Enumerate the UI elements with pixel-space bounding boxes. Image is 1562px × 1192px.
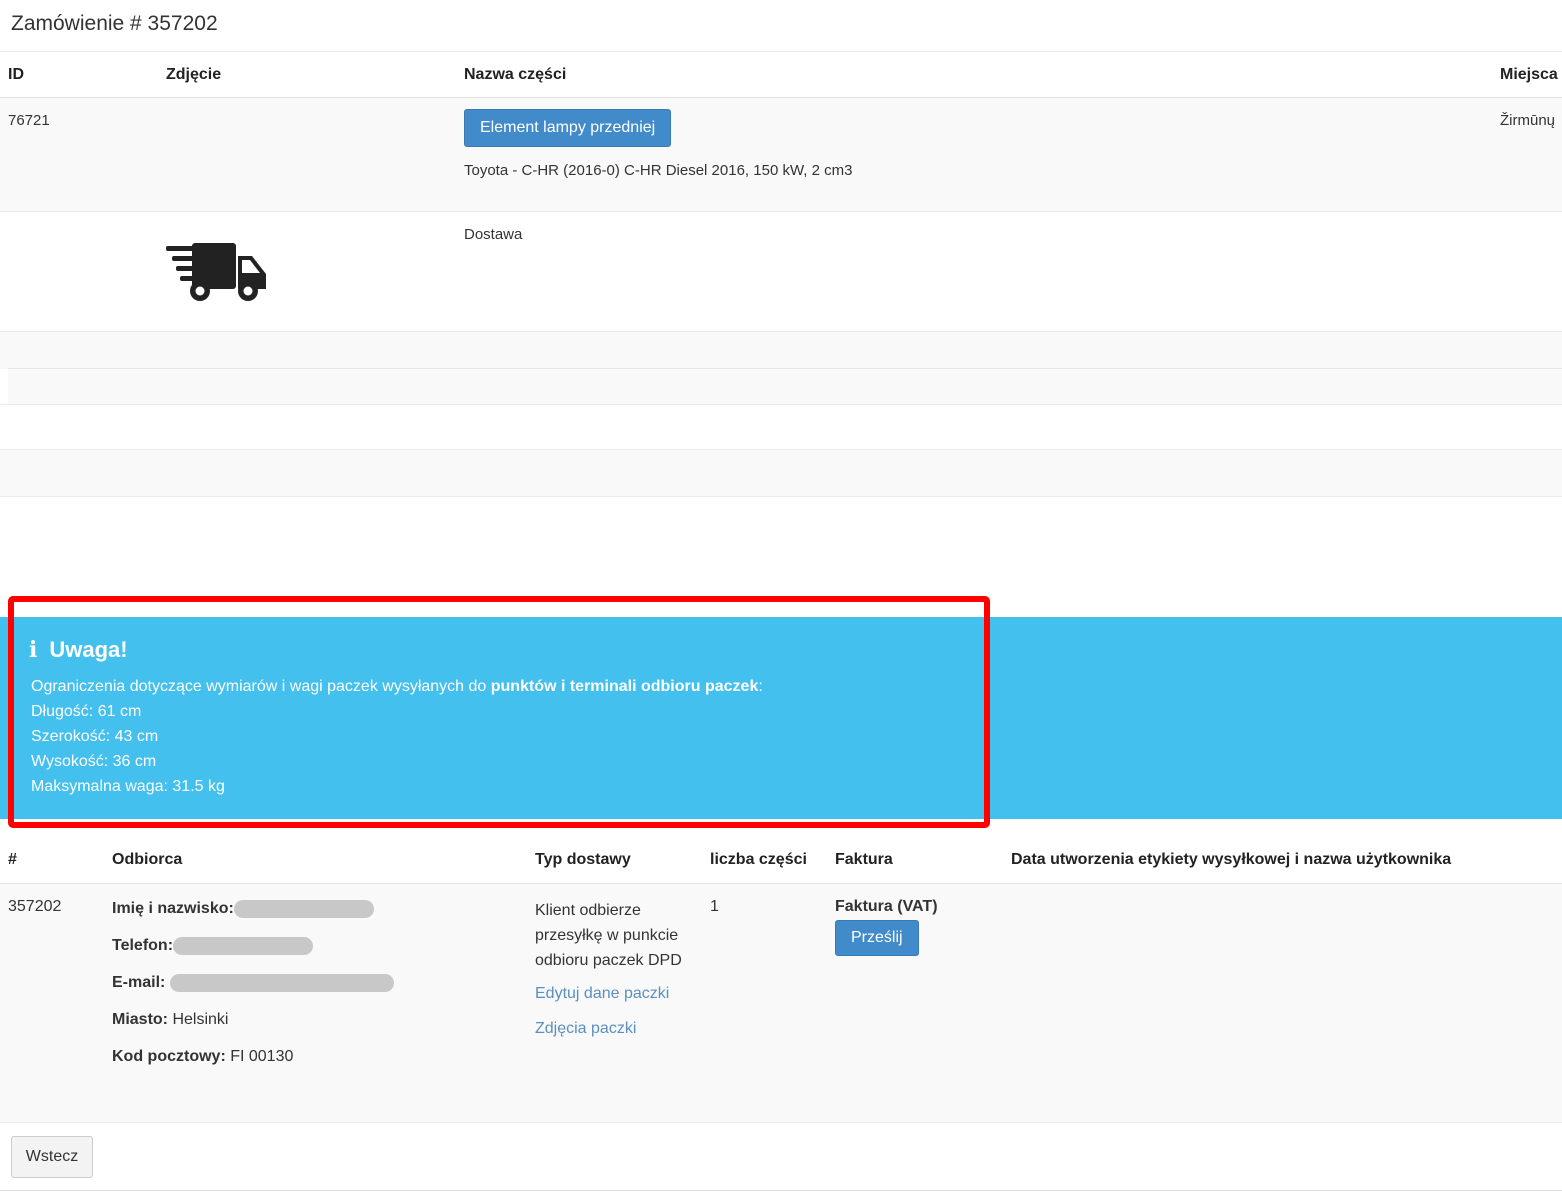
table-row: Dostawa xyxy=(0,212,1562,332)
column-header-parts-count: liczba części xyxy=(702,837,827,884)
delivery-type-text: Klient odbierze przesyłkę w punkcie odbi… xyxy=(535,902,682,969)
column-header-number: # xyxy=(0,837,104,884)
recipient-phone-field: Telefon: xyxy=(112,935,527,956)
page-title: Zamówienie # 357202 xyxy=(11,12,218,35)
table-row: 357202 Imię i nazwisko: Telefon: E-mail:… xyxy=(0,883,1562,1123)
alert-body: Ograniczenia dotyczące wymiarów i wagi p… xyxy=(31,674,763,799)
column-header-label-info: Data utworzenia etykiety wysyłkowej i na… xyxy=(1003,837,1562,884)
edit-package-link[interactable]: Edytuj dane paczki xyxy=(535,985,702,1003)
vehicle-description: Toyota - C-HR (2016-0) C-HR Diesel 2016,… xyxy=(464,162,853,179)
delivery-type-cell: Klient odbierze przesyłkę w punkcie odbi… xyxy=(527,884,702,1123)
alert-intro-bold: punktów i terminali odbioru paczek xyxy=(490,678,759,695)
alert-line-length: Długość: 61 cm xyxy=(31,703,142,720)
redacted-name xyxy=(233,899,374,918)
back-button[interactable]: Wstecz xyxy=(11,1136,93,1178)
alert-intro-suffix: : xyxy=(758,678,763,695)
parts-count: 1 xyxy=(710,898,719,915)
column-header-location: Miejsca xyxy=(1492,52,1562,98)
delivery-label: Dostawa xyxy=(464,226,523,243)
alert-line-width: Szerokość: 43 cm xyxy=(31,728,159,745)
info-alert: i Uwaga! Ograniczenia dotyczące wymiarów… xyxy=(0,617,1562,819)
recipient-city-field: Miasto: Helsinki xyxy=(112,1011,229,1028)
items-header-row: ID Zdjęcie Nazwa części Miejsca xyxy=(0,52,1562,98)
recipient-postal-code: FI 00130 xyxy=(230,1048,294,1065)
part-photo-cell xyxy=(158,98,456,212)
package-photos-link[interactable]: Zdjęcia paczki xyxy=(535,1020,702,1038)
column-header-photo: Zdjęcie xyxy=(158,52,456,98)
invoice-type: Faktura (VAT) xyxy=(835,898,938,915)
info-icon: i xyxy=(29,637,38,663)
empty-row xyxy=(0,404,1562,450)
column-header-delivery-type: Typ dostawy xyxy=(527,837,702,884)
recipient-email-field: E-mail: xyxy=(112,972,527,993)
alert-title-text: Uwaga! xyxy=(49,637,128,662)
recipient-postal-field: Kod pocztowy: FI 00130 xyxy=(112,1048,294,1065)
column-header-recipient: Odbiorca xyxy=(104,837,527,884)
delivery-photo-cell xyxy=(158,212,456,332)
empty-row xyxy=(8,368,1562,405)
highlight-gap xyxy=(14,602,978,616)
column-header-part-name: Nazwa części xyxy=(456,52,1492,98)
divider xyxy=(0,1190,1562,1191)
invoice-cell: Faktura (VAT) Prześlij xyxy=(827,884,1003,1123)
table-row: 76721 Element lampy przedniej Toyota - C… xyxy=(0,97,1562,212)
label-info-cell xyxy=(1003,884,1562,1123)
alert-title: i Uwaga! xyxy=(29,637,128,663)
redacted-email xyxy=(169,973,394,992)
alert-intro: Ograniczenia dotyczące wymiarów i wagi p… xyxy=(31,674,763,699)
empty-row xyxy=(0,449,1562,497)
delivery-truck-icon xyxy=(166,243,266,301)
part-name-cell: Element lampy przedniej Toyota - C-HR (2… xyxy=(456,98,1492,212)
column-header-invoice: Faktura xyxy=(827,837,1003,884)
shipment-number: 357202 xyxy=(8,898,62,915)
part-name-button[interactable]: Element lampy przedniej xyxy=(464,109,672,147)
order-items-table: ID Zdjęcie Nazwa części Miejsca 76721 El… xyxy=(0,52,1562,332)
part-id: 76721 xyxy=(8,112,50,129)
send-invoice-button[interactable]: Prześlij xyxy=(835,920,919,956)
recipient-city: Helsinki xyxy=(172,1011,229,1028)
part-location: Žirmūnų xyxy=(1500,112,1556,129)
shipments-header-row: # Odbiorca Typ dostawy liczba części Fak… xyxy=(0,837,1562,884)
recipient-name-field: Imię i nazwisko: xyxy=(112,898,527,919)
empty-row xyxy=(0,331,1562,369)
shipments-table: # Odbiorca Typ dostawy liczba części Fak… xyxy=(0,837,1562,1123)
redacted-phone xyxy=(173,936,314,955)
recipient-cell: Imię i nazwisko: Telefon: E-mail: Miasto… xyxy=(104,884,527,1123)
alert-intro-text: Ograniczenia dotyczące wymiarów i wagi p… xyxy=(31,678,491,695)
alert-line-weight: Maksymalna waga: 31.5 kg xyxy=(31,778,225,795)
alert-line-height: Wysokość: 36 cm xyxy=(31,753,157,770)
column-header-id: ID xyxy=(0,52,158,98)
